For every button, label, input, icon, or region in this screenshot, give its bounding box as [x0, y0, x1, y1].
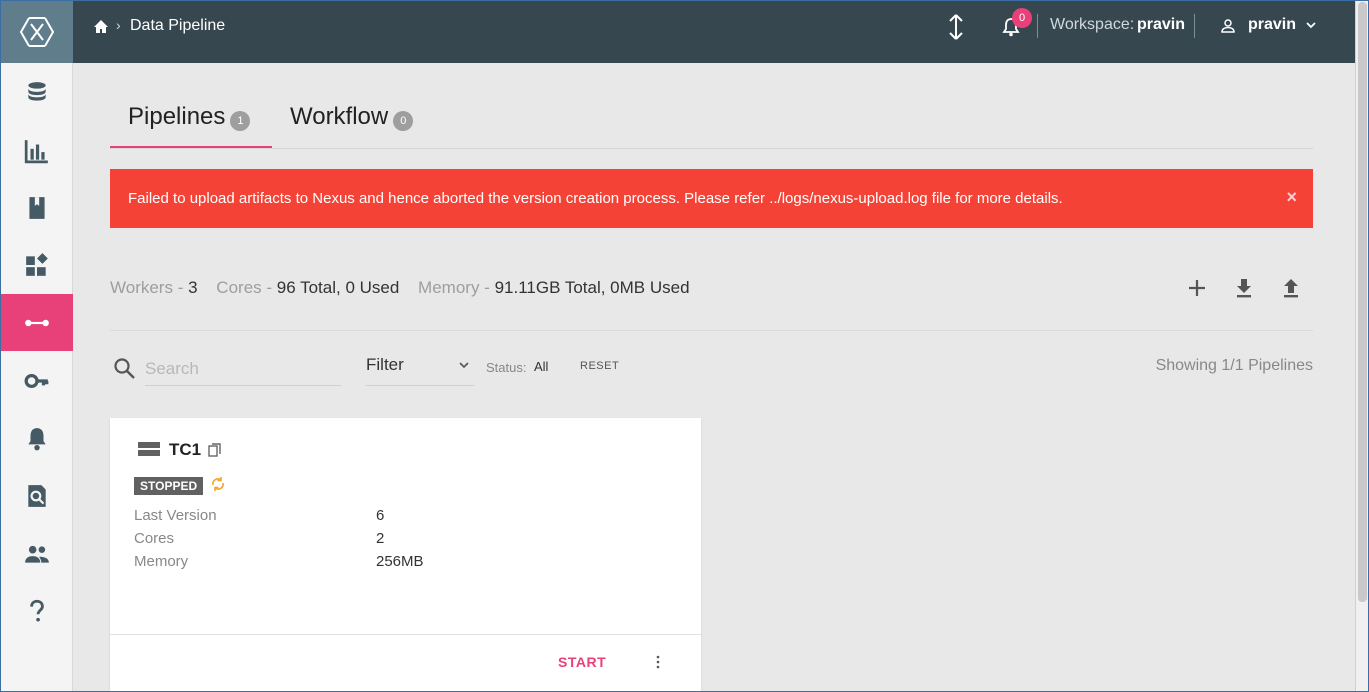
pipeline-type-icon	[138, 442, 160, 456]
user-menu[interactable]: pravin	[1248, 16, 1296, 34]
workers-value: 3	[188, 278, 198, 297]
sidebar-item-users[interactable]	[0, 525, 73, 582]
copy-icon[interactable]	[208, 443, 221, 457]
workspace-value[interactable]: pravin	[1137, 16, 1185, 34]
filter-dropdown[interactable]: Filter	[366, 352, 474, 386]
status-filter-label: Status:	[486, 360, 527, 375]
sidebar-item-dashboards[interactable]	[0, 236, 73, 293]
tab-label: Workflow	[290, 103, 389, 130]
database-icon	[27, 81, 46, 101]
user-icon	[1221, 19, 1235, 33]
sidebar-item-docs[interactable]	[0, 179, 73, 236]
search-input[interactable]	[145, 352, 341, 386]
error-message: Failed to upload artifacts to Nexus and …	[128, 190, 1063, 207]
sync-icon[interactable]	[210, 476, 226, 492]
notification-count-badge: 0	[1012, 8, 1032, 28]
status-badge: STOPPED	[134, 477, 204, 495]
header-divider	[1037, 14, 1038, 38]
active-tab-indicator	[110, 146, 272, 148]
sidebar	[0, 0, 73, 692]
top-header: › Data Pipeline 0 Workspace: pravin prav…	[73, 0, 1355, 63]
home-icon[interactable]	[93, 19, 109, 35]
sidebar-item-audit[interactable]	[0, 467, 73, 524]
more-options-icon[interactable]	[655, 655, 661, 669]
sidebar-item-alerts[interactable]	[0, 410, 73, 467]
pipeline-card[interactable]: TC1 STOPPED Last Version 6 Cores 2 Memor…	[110, 418, 701, 692]
cores-label: Cores -	[216, 278, 273, 297]
breadcrumb-separator: ›	[116, 17, 121, 33]
upload-icon[interactable]	[1279, 276, 1303, 300]
scrollbar-thumb[interactable]	[1358, 2, 1367, 602]
search-document-icon	[27, 484, 46, 507]
expand-vertical-icon[interactable]	[946, 13, 966, 41]
tab-workflow[interactable]: Workflow 0	[290, 103, 414, 131]
cores-value: 96 Total, 0 Used	[276, 278, 400, 297]
cluster-stats: Workers - 3 Cores - 96 Total, 0 Used Mem…	[110, 278, 704, 298]
download-icon[interactable]	[1232, 276, 1256, 300]
field-value: 2	[376, 530, 385, 547]
close-icon[interactable]: ×	[1286, 187, 1297, 208]
sidebar-item-help[interactable]	[0, 582, 73, 639]
tab-pipelines[interactable]: Pipelines 1	[128, 103, 251, 131]
sidebar-item-analytics[interactable]	[0, 122, 73, 179]
bar-chart-icon	[24, 139, 48, 163]
filter-label: Filter	[366, 355, 404, 374]
workers-label: Workers -	[110, 278, 184, 297]
key-icon	[24, 373, 48, 388]
field-label: Memory	[134, 553, 189, 570]
people-icon	[24, 545, 49, 563]
card-divider	[110, 634, 701, 635]
field-label: Last Version	[134, 507, 217, 524]
start-button[interactable]: START	[558, 654, 606, 670]
section-divider	[110, 330, 1313, 331]
count-badge: 1	[230, 111, 251, 131]
status-filter-value[interactable]: All	[534, 359, 548, 374]
pipeline-icon	[24, 319, 49, 326]
memory-label: Memory -	[418, 278, 490, 297]
memory-value: 91.11GB Total, 0MB Used	[494, 278, 690, 297]
bell-icon	[27, 427, 46, 450]
pipeline-name[interactable]: TC1	[169, 440, 201, 460]
tab-label: Pipelines	[128, 103, 226, 130]
error-banner: Failed to upload artifacts to Nexus and …	[110, 169, 1313, 228]
vertical-scrollbar[interactable]	[1355, 0, 1369, 692]
search-icon	[114, 358, 135, 379]
results-count: Showing 1/1 Pipelines	[1155, 357, 1313, 374]
add-icon[interactable]	[1185, 276, 1209, 300]
tabs-divider	[110, 148, 1313, 149]
app-logo[interactable]	[0, 0, 73, 63]
sidebar-item-datasets[interactable]	[0, 64, 73, 121]
dashboard-widgets-icon	[25, 252, 48, 276]
help-icon	[29, 599, 44, 622]
chevron-down-icon	[459, 362, 469, 369]
field-value: 6	[376, 507, 385, 524]
field-value: 256MB	[376, 553, 424, 570]
chevron-down-icon[interactable]	[1305, 19, 1317, 31]
sidebar-item-pipelines[interactable]	[0, 294, 73, 351]
sidebar-item-security[interactable]	[0, 352, 73, 409]
count-badge: 0	[393, 111, 414, 131]
book-icon	[28, 196, 45, 219]
logo-icon	[19, 16, 54, 47]
field-label: Cores	[134, 530, 175, 547]
header-divider	[1194, 14, 1195, 38]
workspace-label: Workspace:	[1050, 16, 1135, 33]
reset-button[interactable]: RESET	[580, 360, 619, 372]
breadcrumb[interactable]: Data Pipeline	[130, 17, 225, 35]
